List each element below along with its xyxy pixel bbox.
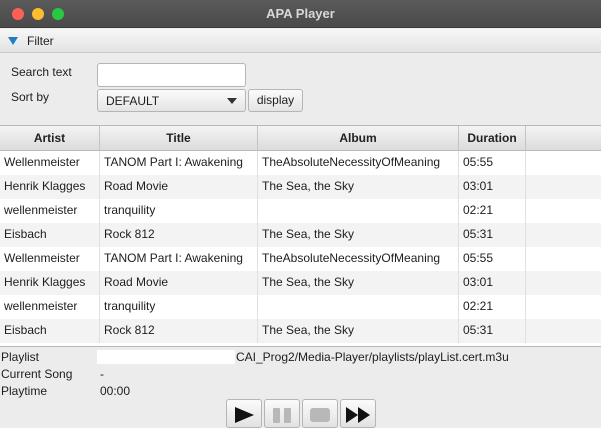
cell-title: Road Movie [100,271,258,295]
table-row[interactable]: wellenmeister tranquility 02:21 [0,199,601,223]
play-button[interactable] [226,399,262,428]
column-header-title[interactable]: Title [100,126,258,151]
sort-by-select[interactable]: DEFAULT [97,89,246,112]
table-row[interactable]: wellenmeister tranquility 02:21 [0,295,601,319]
table-row[interactable]: Henrik Klagges Road Movie The Sea, the S… [0,175,601,199]
playlist-path: CAI_Prog2/Media-Player/playlists/playLis… [236,350,509,364]
cell-filler [526,175,601,199]
cell-duration: 03:01 [459,271,526,295]
table-row[interactable]: Eisbach Rock 812 The Sea, the Sky 05:31 [0,223,601,247]
cell-title: Rock 812 [100,223,258,247]
playtime-value: 00:00 [100,384,131,398]
cell-title: TANOM Part I: Awakening [100,151,258,175]
filter-label: Filter [27,34,54,48]
search-input[interactable] [97,63,246,87]
cell-title: TANOM Part I: Awakening [100,247,258,271]
stop-icon [310,408,330,422]
songs-table[interactable]: Artist Title Album Duration Wellenmeiste… [0,125,601,347]
cell-filler [526,271,601,295]
cell-duration: 02:21 [459,199,526,223]
cell-duration: 03:01 [459,175,526,199]
pause-icon [273,408,291,423]
cell-duration: 05:55 [459,151,526,175]
cell-artist: Wellenmeister [0,151,100,175]
cell-filler [526,223,601,247]
search-text-label: Search text [11,65,72,79]
table-header: Artist Title Album Duration [0,126,601,151]
pause-button[interactable] [264,399,300,428]
skip-icon [346,407,370,423]
cell-album: The Sea, the Sky [258,223,459,247]
cell-duration: 05:31 [459,223,526,247]
cell-album: The Sea, the Sky [258,319,459,343]
cell-artist: Wellenmeister [0,247,100,271]
skip-button[interactable] [340,399,376,428]
cell-album [258,199,459,223]
cell-title: tranquility [100,199,258,223]
cell-duration: 02:21 [459,295,526,319]
cell-title: Rock 812 [100,319,258,343]
cell-filler [526,319,601,343]
cell-artist: Eisbach [0,319,100,343]
cell-artist: Henrik Klagges [0,175,100,199]
cell-album [258,295,459,319]
cell-duration: 05:31 [459,319,526,343]
cell-filler [526,199,601,223]
column-header-artist[interactable]: Artist [0,126,100,151]
cell-artist: wellenmeister [0,295,100,319]
cell-title: Road Movie [100,175,258,199]
column-header-filler [526,126,601,151]
cell-title: tranquility [100,295,258,319]
table-row[interactable]: Wellenmeister TANOM Part I: Awakening Th… [0,247,601,271]
cell-filler [526,295,601,319]
cell-artist: Henrik Klagges [0,271,100,295]
playlist-field [97,350,235,364]
cell-artist: wellenmeister [0,199,100,223]
current-song-label: Current Song [1,367,73,381]
cell-artist: Eisbach [0,223,100,247]
expand-triangle-icon [8,37,18,45]
current-song-value: - [100,367,104,381]
table-row[interactable]: Henrik Klagges Road Movie The Sea, the S… [0,271,601,295]
playlist-label: Playlist [1,350,40,364]
play-icon [235,407,254,423]
sort-by-label: Sort by [11,90,50,104]
window-title: APA Player [266,6,335,21]
playtime-label: Playtime [1,384,48,398]
cell-filler [526,247,601,271]
chevron-down-icon [227,98,237,104]
filter-toggle[interactable]: Filter [0,29,601,53]
window-titlebar: APA Player [0,0,601,28]
stop-button[interactable] [302,399,338,428]
table-row[interactable]: Eisbach Rock 812 The Sea, the Sky 05:31 [0,319,601,343]
cell-album: The Sea, the Sky [258,271,459,295]
table-row[interactable]: Wellenmeister TANOM Part I: Awakening Th… [0,151,601,175]
cell-filler [526,151,601,175]
cell-album: TheAbsoluteNecessityOfMeaning [258,151,459,175]
column-header-duration[interactable]: Duration [459,126,526,151]
column-header-album[interactable]: Album [258,126,459,151]
display-button[interactable]: display [248,89,303,112]
cell-album: The Sea, the Sky [258,175,459,199]
sort-by-value: DEFAULT [106,94,160,108]
cell-album: TheAbsoluteNecessityOfMeaning [258,247,459,271]
cell-duration: 05:55 [459,247,526,271]
